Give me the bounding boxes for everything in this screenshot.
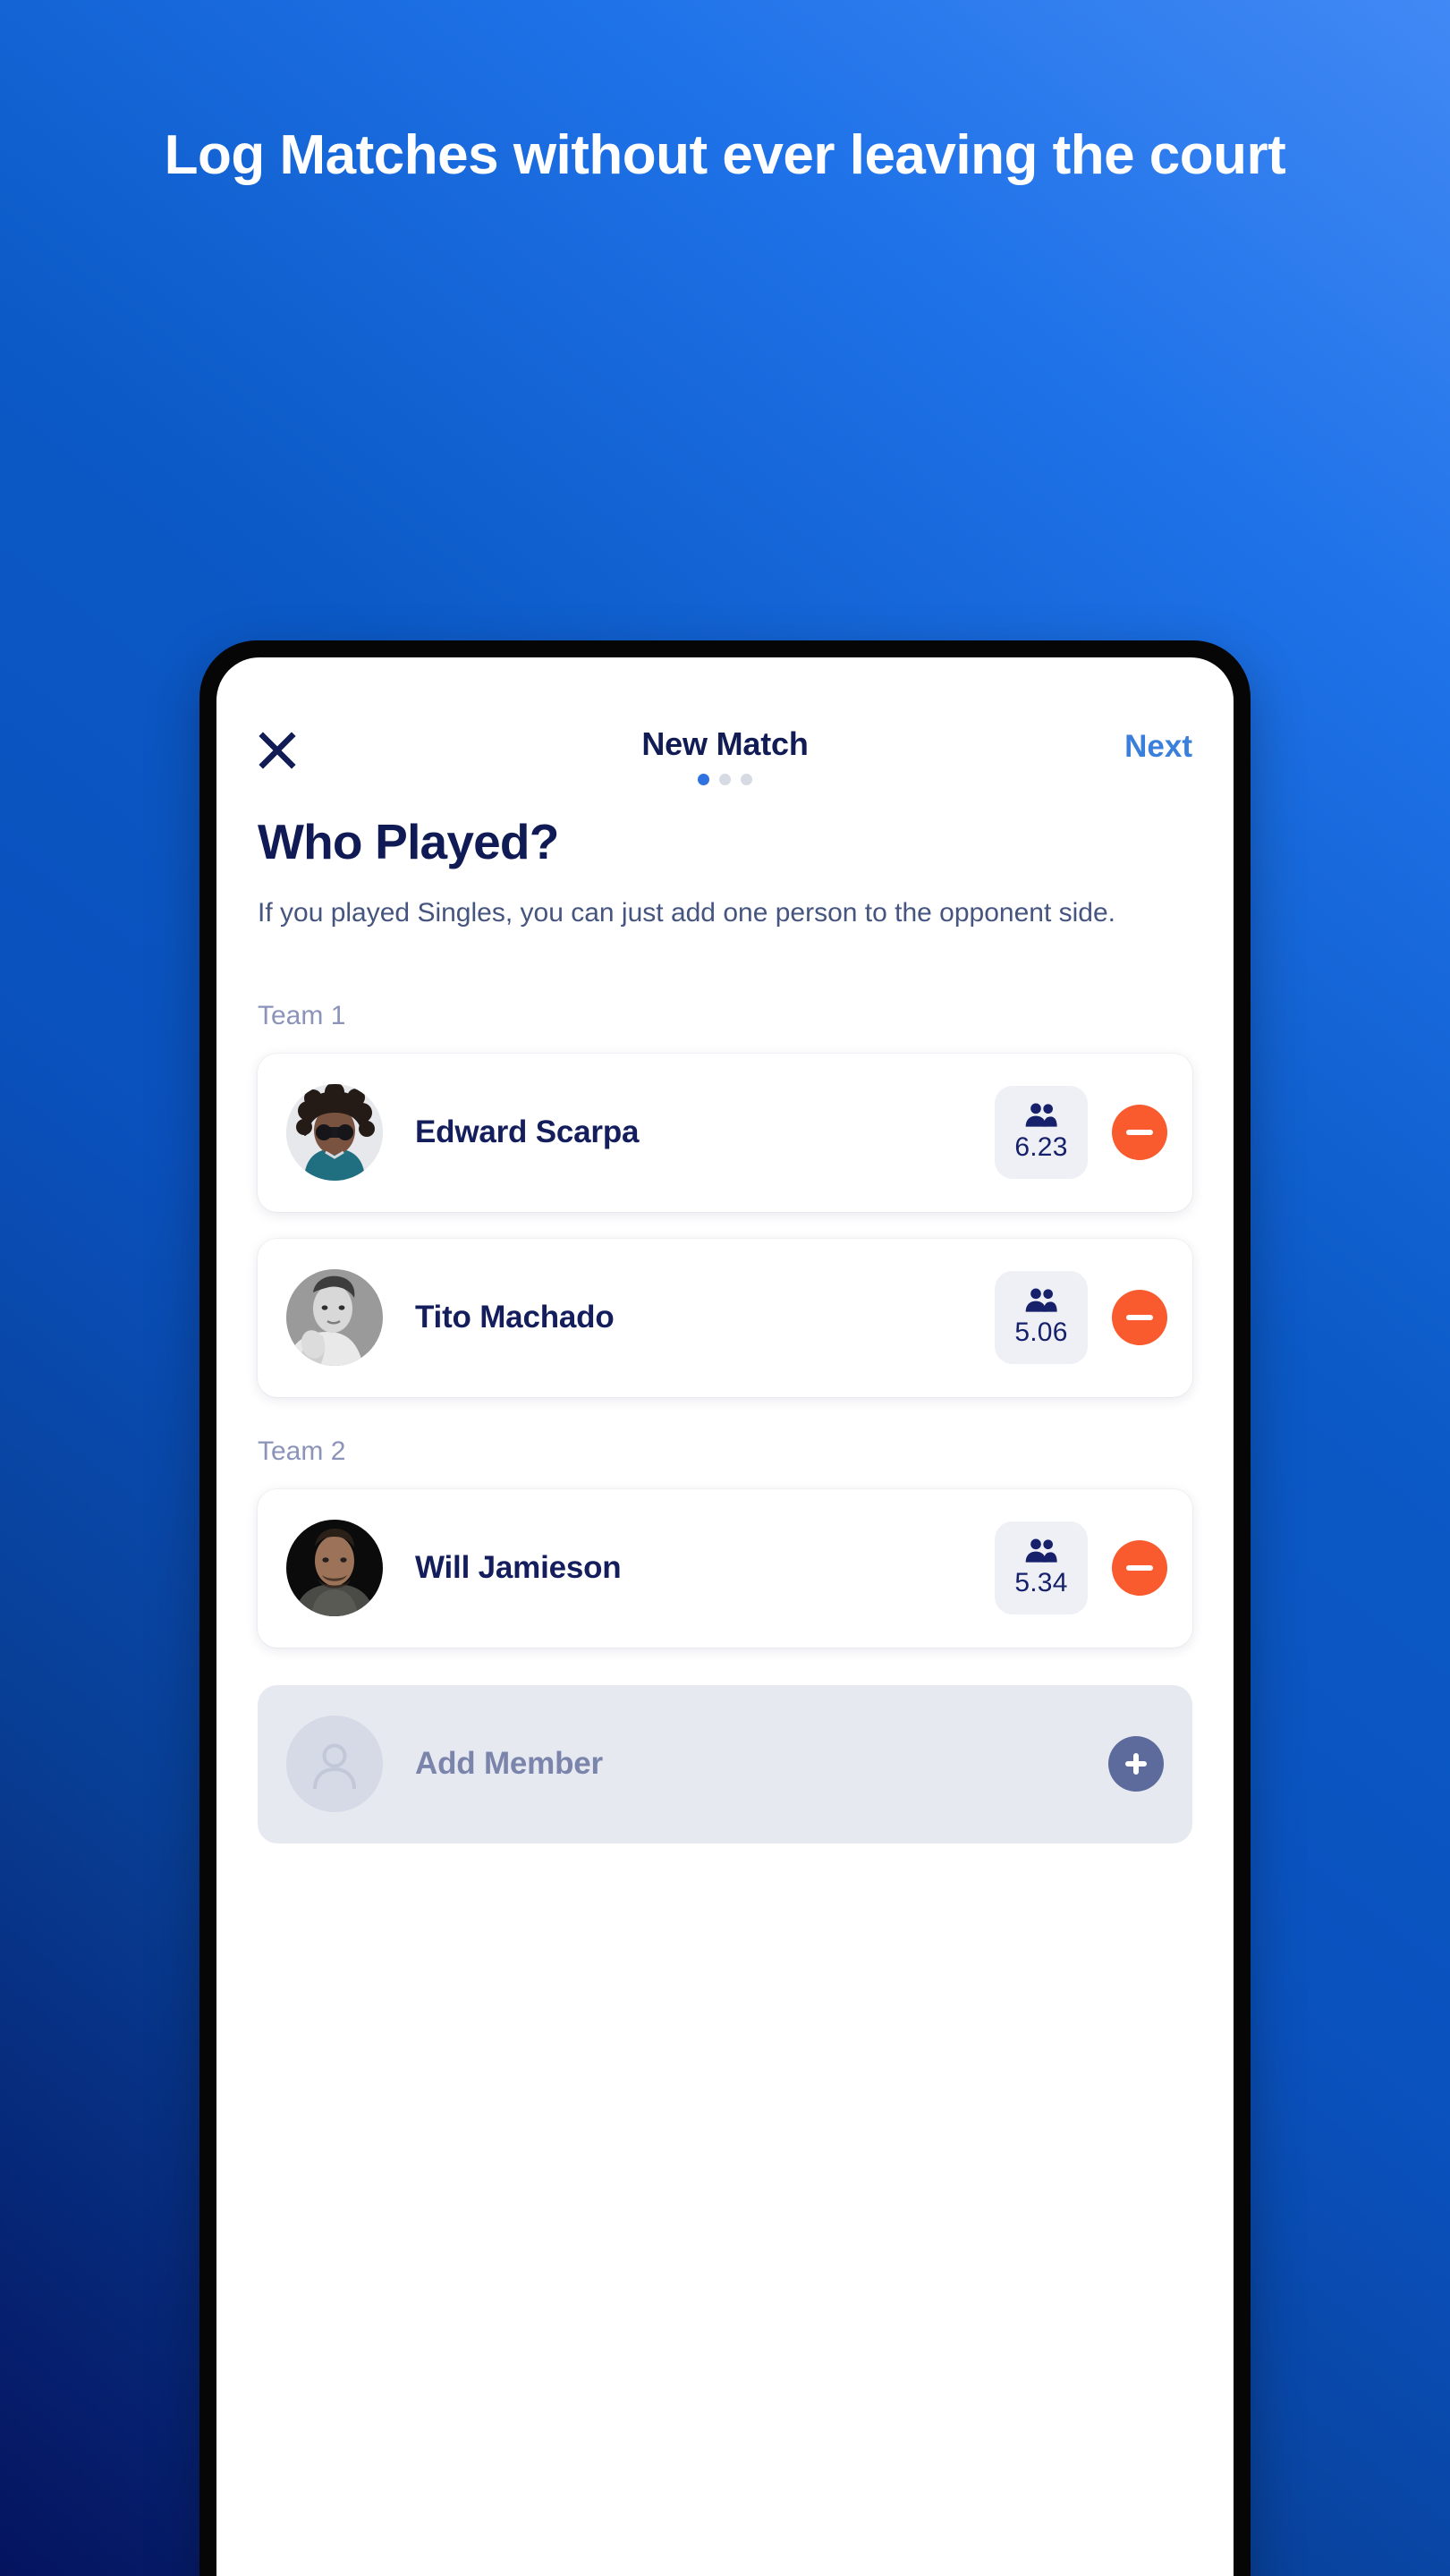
pager-dot-3[interactable]: [741, 774, 752, 785]
rating-value: 6.23: [1014, 1132, 1068, 1163]
minus-bar: [1126, 1130, 1153, 1136]
next-button[interactable]: Next: [1124, 729, 1192, 765]
rating-value: 5.06: [1014, 1318, 1068, 1348]
player-name: Will Jamieson: [415, 1550, 622, 1586]
page-title: New Match: [641, 725, 809, 762]
rating-badge[interactable]: 5.34: [995, 1521, 1088, 1615]
group-icon: [1025, 1538, 1057, 1563]
pager-dot-2[interactable]: [719, 774, 731, 785]
step-pager: [216, 774, 1234, 785]
plus-circle-icon[interactable]: [1108, 1736, 1164, 1792]
screen-content: Who Played? If you played Singles, you c…: [216, 813, 1234, 1843]
minus-circle-icon[interactable]: [1112, 1540, 1167, 1597]
minus-bar: [1126, 1565, 1153, 1572]
group-icon: [1025, 1103, 1057, 1127]
person-placeholder-icon: [286, 1716, 383, 1813]
player-name: Tito Machado: [415, 1300, 615, 1335]
avatar-tito-machado: [286, 1269, 383, 1367]
rating-badge[interactable]: 6.23: [995, 1086, 1088, 1180]
phone-mockup: New Match Next Who Played? If you played…: [199, 640, 1251, 2576]
team-label-1: Team 1: [258, 1000, 346, 1030]
rating-value: 5.34: [1014, 1568, 1068, 1598]
promo-page: Log Matches without ever leaving the cou…: [0, 0, 1450, 2576]
rating-badge[interactable]: 5.06: [995, 1271, 1088, 1365]
avatar-will-jamieson: [286, 1520, 383, 1617]
phone-screen: New Match Next Who Played? If you played…: [216, 657, 1234, 2576]
screen-subtitle: If you played Singles, you can just add …: [258, 898, 1116, 928]
minus-circle-icon[interactable]: [1112, 1290, 1167, 1346]
screen-heading: Who Played?: [258, 814, 559, 869]
add-member-label: Add Member: [415, 1746, 603, 1782]
pager-dot-1[interactable]: [698, 774, 709, 785]
navbar-center: New Match: [216, 725, 1234, 785]
app-navbar: New Match Next: [216, 657, 1234, 792]
player-name: Edward Scarpa: [415, 1114, 640, 1150]
minus-bar: [1126, 1315, 1153, 1321]
promo-headline: Log Matches without ever leaving the cou…: [164, 124, 1286, 186]
team-label-2: Team 2: [258, 1436, 346, 1466]
avatar-edward-scarpa: [286, 1084, 383, 1182]
add-member-button[interactable]: Add Member: [258, 1684, 1192, 1843]
group-icon: [1025, 1288, 1057, 1312]
player-row[interactable]: Will Jamieson 5.34: [258, 1488, 1192, 1648]
player-row[interactable]: Tito Machado 5.06: [258, 1238, 1192, 1397]
minus-circle-icon[interactable]: [1112, 1105, 1167, 1161]
player-row[interactable]: Edward Scarpa 6.23: [258, 1053, 1192, 1212]
